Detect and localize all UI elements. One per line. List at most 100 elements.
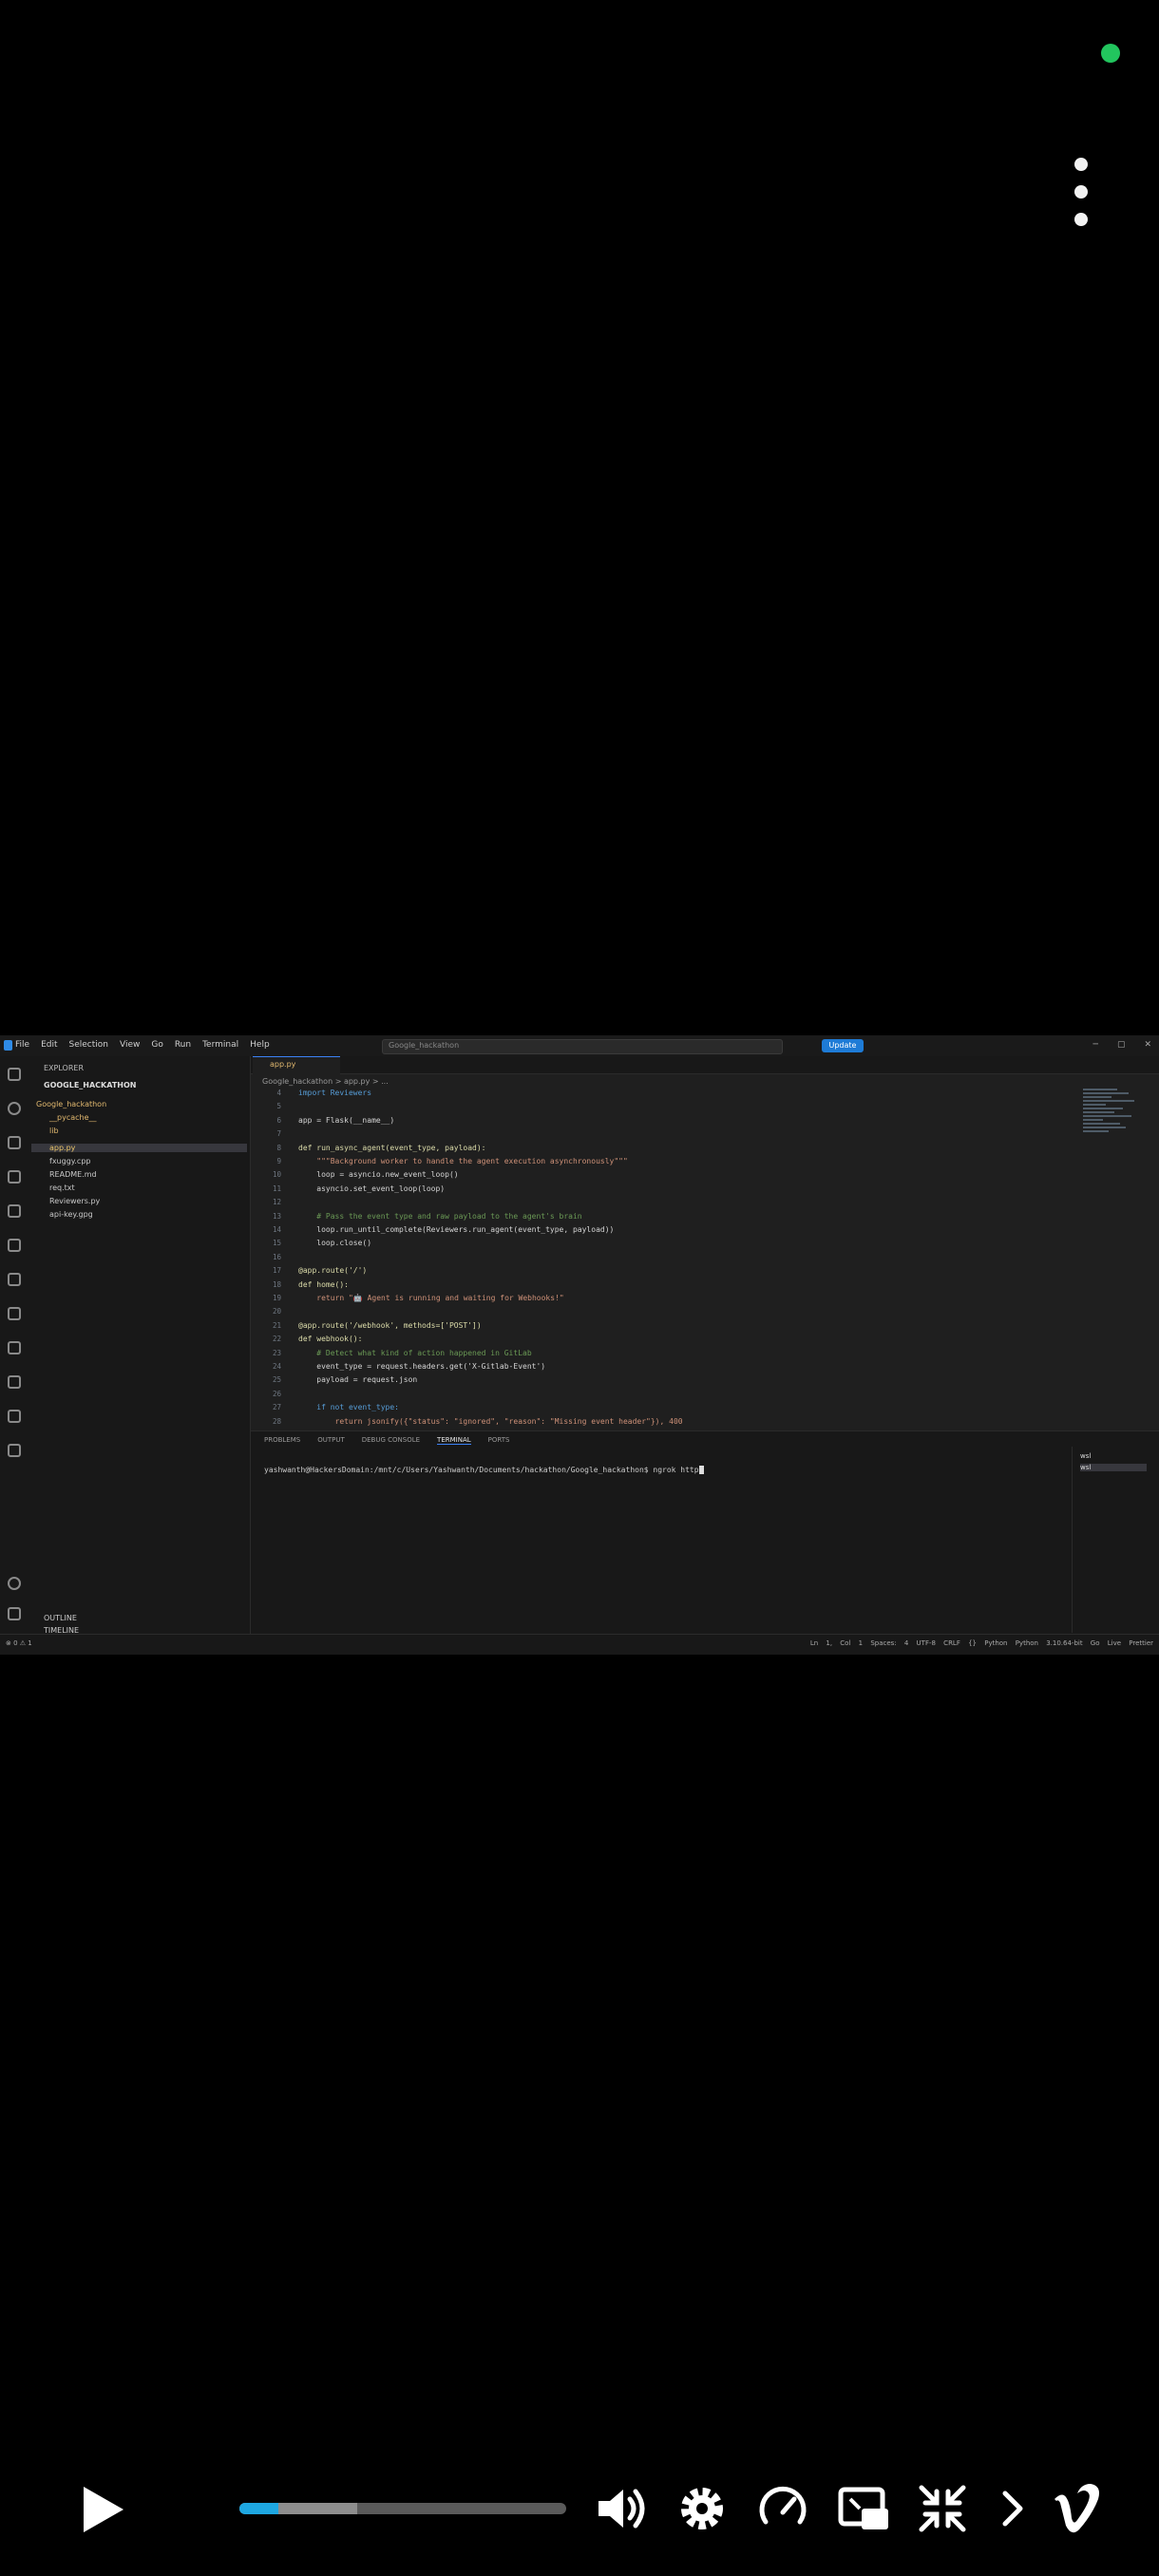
progress-bar[interactable] bbox=[239, 2503, 566, 2514]
play-icon bbox=[84, 2487, 124, 2532]
run-debug-icon bbox=[8, 1170, 21, 1184]
code-line: event_type = request.headers.get('X-Gitl… bbox=[298, 1362, 546, 1371]
line-number: 25 bbox=[272, 1375, 281, 1385]
line-number: 10 bbox=[272, 1170, 281, 1180]
menu-bar: File Edit Selection View Go Run Terminal Help bbox=[15, 1040, 270, 1050]
line-number: 13 bbox=[272, 1211, 281, 1221]
menu-item: Selection bbox=[68, 1040, 108, 1050]
code-line: @app.route('/webhook', methods=['POST']) bbox=[298, 1320, 482, 1330]
file-item: req.txt bbox=[49, 1184, 75, 1192]
code-line: return jsonify({"status": "ignored", "re… bbox=[298, 1416, 683, 1426]
notebook-icon bbox=[8, 1444, 21, 1457]
code-line: loop = asyncio.new_event_loop() bbox=[298, 1170, 459, 1180]
editor-tab-label: app.py bbox=[270, 1060, 296, 1069]
code-line: @app.route('/') bbox=[298, 1266, 368, 1276]
breadcrumb: Google_hackathon > app.py > ... bbox=[262, 1077, 389, 1086]
menu-item: File bbox=[15, 1040, 30, 1050]
manage-gear-icon bbox=[8, 1607, 21, 1620]
remote-icon bbox=[8, 1204, 21, 1218]
line-number: 15 bbox=[272, 1239, 281, 1248]
code-line: import Reviewers bbox=[298, 1089, 372, 1097]
terminal-session: wsl bbox=[1080, 1452, 1092, 1460]
folder-item: lib bbox=[49, 1127, 59, 1135]
code-editor: app.py Google_hackathon > app.py > ... 4… bbox=[251, 1056, 1159, 1430]
play-button[interactable] bbox=[76, 2483, 129, 2536]
docker-icon bbox=[8, 1307, 21, 1320]
line-number: 5 bbox=[276, 1102, 281, 1111]
editor-titlebar: File Edit Selection View Go Run Terminal Help G… bbox=[0, 1035, 1159, 1057]
code-line: def home(): bbox=[298, 1279, 349, 1289]
file-item: api-key.gpg bbox=[49, 1210, 93, 1219]
code-line: # Detect what kind of action happened in… bbox=[298, 1348, 532, 1357]
line-number: 22 bbox=[272, 1335, 281, 1344]
project-name: GOOGLE_HACKATHON bbox=[44, 1081, 137, 1089]
account-icon bbox=[8, 1577, 21, 1590]
explorer-panel: EXPLORER GOOGLE_HACKATHON Google_hackath… bbox=[28, 1056, 251, 1635]
terminal-command: yashwanth@HackersDomain:/mnt/c/Users/Yas… bbox=[264, 1466, 699, 1474]
line-number: 24 bbox=[272, 1362, 281, 1371]
testing-icon bbox=[8, 1273, 21, 1286]
database-icon bbox=[8, 1410, 21, 1423]
window-controls: ─ ▢ ✕ bbox=[1092, 1040, 1151, 1050]
exit-fullscreen-button[interactable] bbox=[916, 2482, 969, 2535]
picture-in-picture-button[interactable] bbox=[837, 2482, 890, 2535]
line-number: 21 bbox=[272, 1320, 281, 1330]
line-number: 8 bbox=[276, 1143, 281, 1152]
activity-bar bbox=[0, 1056, 29, 1634]
menu-item: Terminal bbox=[202, 1040, 239, 1050]
panel-tab: DEBUG CONSOLE bbox=[361, 1436, 421, 1444]
folder-item: Google_hackathon bbox=[36, 1100, 107, 1108]
extensions-icon bbox=[8, 1239, 21, 1252]
code-line: asyncio.set_event_loop(loop) bbox=[298, 1184, 446, 1193]
file-item: README.md bbox=[49, 1170, 97, 1179]
status-right: Ln 1, Col 1 Spaces: 4 UTF-8 CRLF {} Pyth… bbox=[809, 1639, 1153, 1647]
code-line: return "🤖 Agent is running and waiting f… bbox=[298, 1294, 564, 1302]
video-frame[interactable]: File Edit Selection View Go Run Terminal Help G… bbox=[0, 1035, 1159, 1655]
line-number: 16 bbox=[272, 1252, 281, 1261]
terminal-cursor bbox=[698, 1466, 704, 1474]
line-number: 18 bbox=[272, 1279, 281, 1289]
terminal-panel: PROBLEMS OUTPUT DEBUG CONSOLE TERMINAL PORTS… bbox=[251, 1430, 1159, 1635]
panel-tab: PORTS bbox=[487, 1436, 510, 1444]
panel-tabs: PROBLEMS OUTPUT DEBUG CONSOLE TERMINAL PORTS bbox=[264, 1436, 509, 1445]
vimeo-logo-icon bbox=[1054, 2484, 1099, 2533]
progress-fill bbox=[239, 2503, 279, 2514]
command-search-text: Google_hackathon bbox=[389, 1041, 460, 1050]
code-line: def webhook(): bbox=[298, 1335, 363, 1344]
vimeo-logo-button[interactable] bbox=[1051, 2482, 1104, 2535]
copilot-icon bbox=[8, 1341, 21, 1354]
status-indicator-dot bbox=[1101, 44, 1120, 63]
gitlab-icon bbox=[8, 1375, 21, 1389]
line-number: 27 bbox=[272, 1403, 281, 1412]
line-number: 9 bbox=[276, 1157, 281, 1165]
command-search: Google_hackathon bbox=[382, 1039, 783, 1054]
outline-section: OUTLINE bbox=[44, 1614, 77, 1622]
more-options-icon[interactable] bbox=[1062, 158, 1100, 226]
code-line: def run_async_agent(event_type, payload)… bbox=[298, 1143, 486, 1152]
file-item: fxuggy.cpp bbox=[49, 1157, 91, 1165]
editor-status-bar: ⊗ 0 ⚠ 1 Ln 1, Col 1 Spaces: 4 UTF-8 CRLF… bbox=[0, 1634, 1159, 1655]
line-number: 19 bbox=[272, 1294, 281, 1302]
panel-tab: TERMINAL bbox=[437, 1436, 471, 1445]
code-line: loop.close() bbox=[298, 1239, 372, 1248]
code-line: loop.run_until_complete(Reviewers.run_ag… bbox=[298, 1225, 615, 1234]
code-line: # Pass the event type and raw payload to… bbox=[298, 1211, 582, 1221]
playback-speed-button[interactable] bbox=[756, 2482, 809, 2535]
line-number: 6 bbox=[276, 1115, 281, 1125]
editor-tabbar: app.py bbox=[251, 1056, 1159, 1074]
files-icon bbox=[8, 1068, 21, 1081]
line-number: 26 bbox=[272, 1389, 281, 1398]
volume-button[interactable] bbox=[595, 2482, 648, 2535]
status-left: ⊗ 0 ⚠ 1 bbox=[6, 1639, 32, 1647]
picture-in-picture-icon bbox=[838, 2487, 888, 2529]
next-button[interactable] bbox=[988, 2482, 1041, 2535]
update-button: Update bbox=[822, 1039, 864, 1052]
line-number: 11 bbox=[272, 1184, 281, 1193]
code-line: if not event_type: bbox=[298, 1403, 399, 1412]
file-item: app.py bbox=[31, 1144, 247, 1152]
code-line: """Background worker to handle the agent… bbox=[298, 1157, 628, 1165]
terminal-session: wsl bbox=[1080, 1464, 1147, 1471]
vscode-logo-icon bbox=[4, 1040, 12, 1051]
settings-button[interactable] bbox=[675, 2482, 729, 2535]
line-number: 7 bbox=[276, 1129, 281, 1139]
